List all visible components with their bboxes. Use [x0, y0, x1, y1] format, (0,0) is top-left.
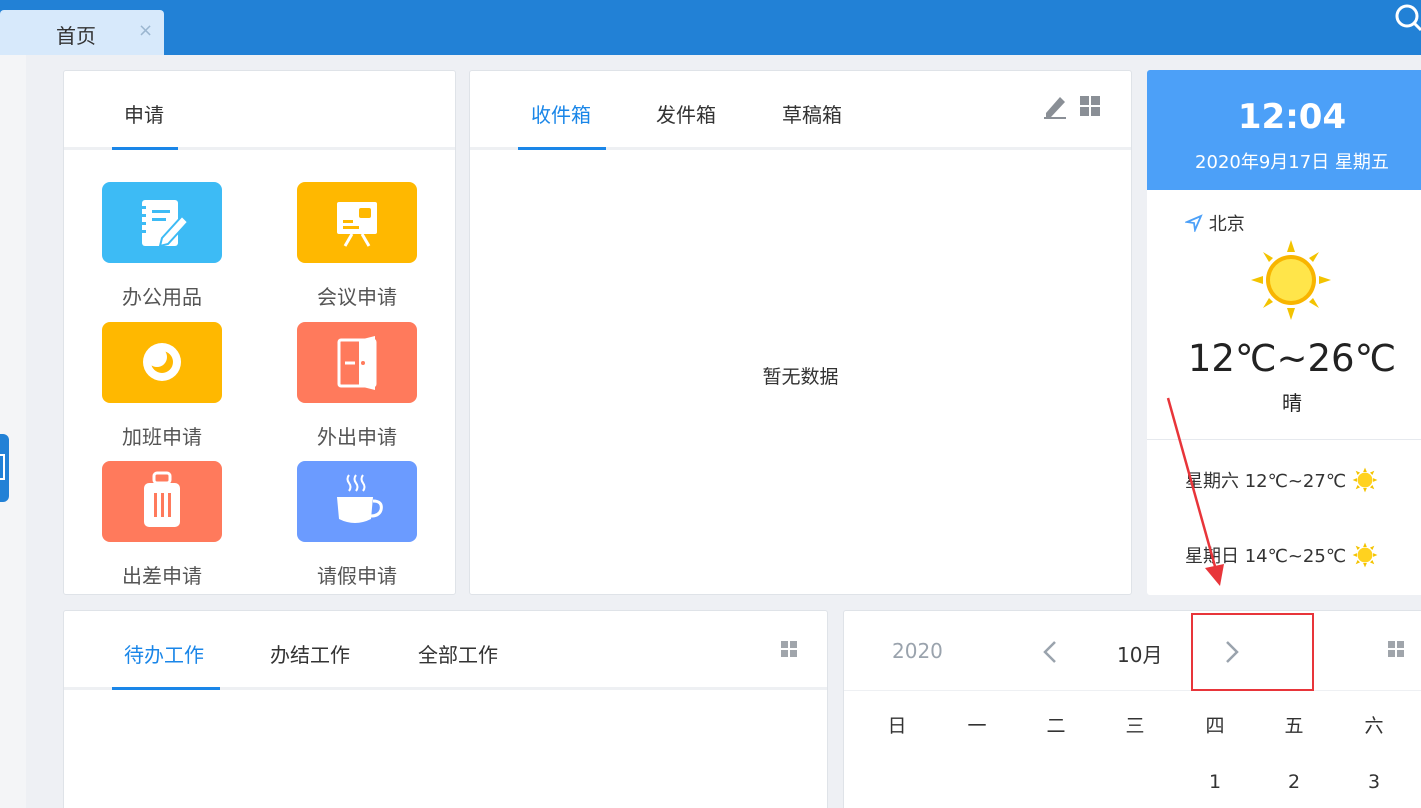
forecast-text: 星期六 12℃~27℃ [1185, 471, 1347, 492]
forecast-row: 星期日 14℃~25℃ [1185, 542, 1378, 568]
calendar-day[interactable]: 1 [1195, 771, 1235, 793]
calendar-panel: 2020 10月 日 一 二 三 四 五 六 1 2 3 [843, 610, 1421, 808]
app-meeting[interactable]: 会议申请 [277, 182, 437, 317]
app-go-out[interactable]: 外出申请 [277, 322, 437, 457]
notebook-icon [102, 182, 222, 263]
weekday-header: 六 [1364, 715, 1384, 737]
forecast-text: 星期日 14℃~25℃ [1185, 546, 1347, 567]
tab-apply-indicator [112, 147, 178, 150]
weather-temp-range: 12℃~26℃ [1187, 337, 1397, 380]
weather-header: 12:04 2020年9月17日 星期五 [1147, 70, 1421, 190]
tab-close-icon[interactable]: × [138, 20, 153, 41]
luggage-icon [102, 461, 222, 542]
app-label: 出差申请 [122, 564, 202, 588]
tab-home-label: 首页 [56, 24, 96, 48]
sun-icon [1251, 240, 1331, 320]
app-label: 会议申请 [317, 285, 397, 309]
weekday-header: 五 [1284, 715, 1304, 737]
sun-small-icon [1352, 542, 1378, 568]
search-icon[interactable] [1389, 2, 1421, 34]
calendar-day[interactable]: 2 [1274, 771, 1314, 793]
mail-tools [1044, 93, 1104, 119]
apply-tabs: 申请 [64, 71, 455, 150]
work-panel: 待办工作 办结工作 全部工作 [63, 610, 828, 808]
calendar-year[interactable]: 2020 [892, 639, 943, 663]
app-office-supplies[interactable]: 办公用品 [82, 182, 242, 317]
tab-all-work[interactable]: 全部工作 [418, 639, 498, 668]
calendar-day[interactable]: 3 [1354, 771, 1394, 793]
presentation-icon [297, 182, 417, 263]
mail-panel: 收件箱 发件箱 草稿箱 暂无数据 [469, 70, 1132, 595]
annotation-highlight-box [1191, 613, 1314, 691]
weekday-header: 三 [1125, 715, 1145, 737]
tab-sent[interactable]: 发件箱 [656, 99, 716, 128]
weekday-header: 一 [967, 715, 987, 737]
tab-apply[interactable]: 申请 [124, 99, 164, 128]
grid-icon[interactable] [781, 641, 797, 657]
mail-empty-text: 暂无数据 [762, 366, 839, 388]
chevron-left-icon[interactable] [1039, 637, 1063, 667]
tab-inbox-indicator [518, 147, 606, 150]
apply-panel: 申请 办公用品 会议申请 加班申请 外出申请 出差申请 请假申请 [63, 70, 456, 595]
tab-todo-indicator [112, 687, 220, 690]
weather-city: 北京 [1208, 214, 1245, 235]
weather-divider [1147, 439, 1421, 440]
door-icon [297, 322, 417, 403]
grid-icon[interactable] [1388, 641, 1404, 657]
coffee-icon [297, 461, 417, 542]
app-overtime[interactable]: 加班申请 [82, 322, 242, 457]
app-label: 办公用品 [122, 285, 202, 309]
app-label: 加班申请 [122, 425, 202, 449]
mail-tabs: 收件箱 发件箱 草稿箱 [470, 71, 1131, 150]
weekday-header: 二 [1046, 715, 1066, 737]
edit-icon[interactable] [1044, 93, 1104, 119]
clock-date: 2020年9月17日 星期五 [1195, 152, 1389, 173]
calendar-divider [844, 690, 1421, 691]
location-arrow-icon [1183, 214, 1203, 234]
sidebar-toggle-icon [0, 454, 5, 480]
weather-condition: 晴 [1282, 391, 1302, 415]
tab-done-work[interactable]: 办结工作 [270, 639, 350, 668]
weekday-header: 日 [887, 715, 907, 737]
forecast-row: 星期六 12℃~27℃ [1185, 467, 1378, 493]
app-label: 外出申请 [317, 425, 397, 449]
moon-icon [102, 322, 222, 403]
top-bar: 首页 × [0, 0, 1421, 55]
weekday-header: 四 [1205, 715, 1225, 737]
app-leave[interactable]: 请假申请 [277, 461, 437, 596]
left-sidebar [0, 55, 26, 808]
app-label: 请假申请 [317, 564, 397, 588]
work-tabs: 待办工作 办结工作 全部工作 [64, 611, 827, 690]
tab-home[interactable]: 首页 × [0, 10, 164, 55]
tab-drafts[interactable]: 草稿箱 [782, 99, 842, 128]
clock-time: 12:04 [1237, 97, 1347, 137]
calendar-month[interactable]: 10月 [1117, 639, 1162, 668]
tab-inbox[interactable]: 收件箱 [531, 99, 591, 128]
app-business-trip[interactable]: 出差申请 [82, 461, 242, 596]
sun-small-icon [1352, 467, 1378, 493]
sidebar-toggle-handle[interactable] [0, 434, 9, 502]
weather-location: 北京 [1183, 210, 1245, 236]
weather-panel: 12:04 2020年9月17日 星期五 北京 12℃~26℃ 晴 星期六 12… [1147, 70, 1421, 595]
tab-todo-work[interactable]: 待办工作 [124, 639, 204, 668]
